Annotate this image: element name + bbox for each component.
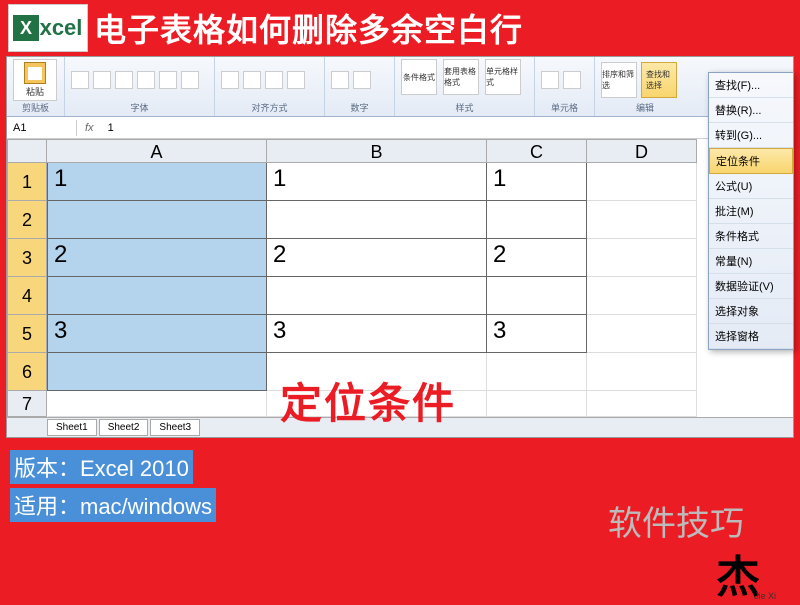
formula-input[interactable]: 1 xyxy=(102,120,793,136)
group-align: 对齐方式 xyxy=(221,101,318,114)
cell-A7[interactable] xyxy=(47,391,267,417)
cell-D1[interactable] xyxy=(587,163,697,201)
menu-comments[interactable]: 批注(M) xyxy=(709,199,793,224)
tab-sheet2[interactable]: Sheet2 xyxy=(99,419,149,436)
row-header-6[interactable]: 6 xyxy=(7,353,47,391)
col-header-B[interactable]: B xyxy=(267,139,487,163)
group-number: 数字 xyxy=(331,101,388,114)
fill-color-button[interactable] xyxy=(159,71,177,89)
stamp-dot-icon xyxy=(772,579,780,587)
row-header-5[interactable]: 5 xyxy=(7,315,47,353)
cell-D7[interactable] xyxy=(587,391,697,417)
align-center-button[interactable] xyxy=(243,71,261,89)
clipboard-icon xyxy=(24,62,46,84)
cell-D5[interactable] xyxy=(587,315,697,353)
cell-B4[interactable] xyxy=(267,277,487,315)
row-header-1[interactable]: 1 xyxy=(7,163,47,201)
cell-D3[interactable] xyxy=(587,239,697,277)
paste-label: 粘贴 xyxy=(26,85,44,98)
row-header-2[interactable]: 2 xyxy=(7,201,47,239)
tutorial-title: 电子表格如何删除多余空白行 xyxy=(94,5,523,51)
table-format-button[interactable]: 套用表格格式 xyxy=(443,59,479,95)
watermark-text: 软件技巧 xyxy=(608,496,744,545)
cell-C7[interactable] xyxy=(487,391,587,417)
wrap-text-button[interactable] xyxy=(287,71,305,89)
cell-D4[interactable] xyxy=(587,277,697,315)
menu-selection-pane[interactable]: 选择窗格 xyxy=(709,324,793,349)
col-header-C[interactable]: C xyxy=(487,139,587,163)
row-header-4[interactable]: 4 xyxy=(7,277,47,315)
cell-C6[interactable] xyxy=(487,353,587,391)
border-button[interactable] xyxy=(137,71,155,89)
insert-cells-button[interactable] xyxy=(541,71,559,89)
group-cells: 单元格 xyxy=(541,101,588,114)
group-editing: 编辑 xyxy=(601,101,689,114)
font-color-button[interactable] xyxy=(181,71,199,89)
select-all-corner[interactable] xyxy=(7,139,47,163)
number-format-button[interactable] xyxy=(331,71,349,89)
align-right-button[interactable] xyxy=(265,71,283,89)
annotation-label: 定位条件 xyxy=(280,370,456,431)
menu-data-validation[interactable]: 数据验证(V) xyxy=(709,274,793,299)
group-styles: 样式 xyxy=(401,101,528,114)
percent-button[interactable] xyxy=(353,71,371,89)
paste-button[interactable]: 粘贴 xyxy=(13,59,57,101)
stamp-pinyin: Jie Xi xyxy=(754,591,776,601)
group-font: 字体 xyxy=(71,101,208,114)
conditional-format-button[interactable]: 条件格式 xyxy=(401,59,437,95)
version-label: 版本：Excel 2010 xyxy=(10,450,193,484)
footer-info: 版本：Excel 2010 适用：mac/windows xyxy=(10,450,216,526)
cell-C4[interactable] xyxy=(487,277,587,315)
align-left-button[interactable] xyxy=(221,71,239,89)
cell-C1[interactable]: 1 xyxy=(487,163,587,201)
menu-goto[interactable]: 转到(G)... xyxy=(709,123,793,148)
row-header-3[interactable]: 3 xyxy=(7,239,47,277)
col-header-D[interactable]: D xyxy=(587,139,697,163)
underline-button[interactable] xyxy=(115,71,133,89)
cell-A5[interactable]: 3 xyxy=(47,315,267,353)
find-select-menu: 查找(F)... 替换(R)... 转到(G)... 定位条件 公式(U) 批注… xyxy=(708,72,794,350)
tab-sheet3[interactable]: Sheet3 xyxy=(150,419,200,436)
cell-B3[interactable]: 2 xyxy=(267,239,487,277)
formula-bar: A1 fx 1 xyxy=(7,117,793,139)
cell-D6[interactable] xyxy=(587,353,697,391)
cell-B2[interactable] xyxy=(267,201,487,239)
menu-cond-format[interactable]: 条件格式 xyxy=(709,224,793,249)
find-select-button[interactable]: 查找和选择 xyxy=(641,62,677,98)
cell-C2[interactable] xyxy=(487,201,587,239)
excel-logo: xcel xyxy=(8,4,88,52)
cell-A4[interactable] xyxy=(47,277,267,315)
delete-cells-button[interactable] xyxy=(563,71,581,89)
cell-A1[interactable]: 1 xyxy=(47,163,267,201)
menu-find[interactable]: 查找(F)... xyxy=(709,73,793,98)
cell-A2[interactable] xyxy=(47,201,267,239)
author-stamp: 杰 西 Jie Xi xyxy=(716,541,776,597)
menu-goto-special[interactable]: 定位条件 xyxy=(709,148,793,174)
fx-icon[interactable]: fx xyxy=(77,122,102,134)
menu-formulas[interactable]: 公式(U) xyxy=(709,174,793,199)
menu-select-objects[interactable]: 选择对象 xyxy=(709,299,793,324)
cell-A3[interactable]: 2 xyxy=(47,239,267,277)
row-header-7[interactable]: 7 xyxy=(7,391,47,417)
cell-C5[interactable]: 3 xyxy=(487,315,587,353)
cell-A6[interactable] xyxy=(47,353,267,391)
col-header-A[interactable]: A xyxy=(47,139,267,163)
platform-label: 适用：mac/windows xyxy=(10,488,216,522)
ribbon: 粘贴 剪贴板 字体 对齐方式 xyxy=(7,57,793,117)
cell-C3[interactable]: 2 xyxy=(487,239,587,277)
cell-D2[interactable] xyxy=(587,201,697,239)
cell-B1[interactable]: 1 xyxy=(267,163,487,201)
cell-B5[interactable]: 3 xyxy=(267,315,487,353)
tutorial-header: xcel 电子表格如何删除多余空白行 xyxy=(0,0,800,56)
tab-sheet1[interactable]: Sheet1 xyxy=(47,419,97,436)
menu-constants[interactable]: 常量(N) xyxy=(709,249,793,274)
menu-replace[interactable]: 替换(R)... xyxy=(709,98,793,123)
stamp-sub: 西 xyxy=(764,553,782,579)
group-clipboard: 剪贴板 xyxy=(13,101,58,114)
italic-button[interactable] xyxy=(93,71,111,89)
name-box[interactable]: A1 xyxy=(7,120,77,136)
sort-filter-button[interactable]: 排序和筛选 xyxy=(601,62,637,98)
cell-style-button[interactable]: 单元格样式 xyxy=(485,59,521,95)
bold-button[interactable] xyxy=(71,71,89,89)
